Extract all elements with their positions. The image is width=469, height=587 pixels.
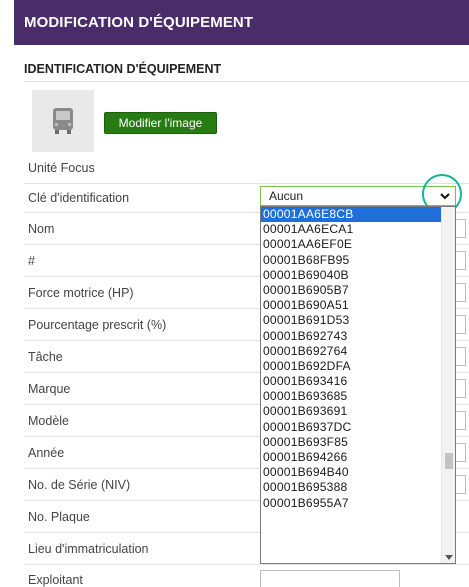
equipment-image [32,90,94,152]
dropdown-option[interactable]: 00001B695388 [261,480,455,495]
truck-icon [53,108,73,134]
vin-label: No. de Série (NIV) [28,478,131,492]
dropdown-option[interactable]: 00001B690A51 [261,298,455,313]
dropdown-option[interactable]: 00001B69040B [261,268,455,283]
dropdown-option[interactable]: 00001B692DFA [261,359,455,374]
identification-key-dropdown[interactable]: 00001AA6E8CB 00001AA6ECA1 00001AA6EF0E 0000… [260,206,456,564]
modify-image-button[interactable]: Modifier l'image [104,112,217,134]
form-row: Exploitant [24,564,469,587]
dropdown-option[interactable]: 00001B6937DC [261,420,455,435]
dropdown-option[interactable]: 00001B691D53 [261,313,455,328]
dropdown-option[interactable]: 00001B694266 [261,450,455,465]
focus-unit-label: Unité Focus [28,161,95,175]
section-divider [24,81,469,82]
dropdown-options: 00001AA6E8CB 00001AA6ECA1 00001AA6EF0E 0000… [261,207,455,511]
model-label: Modèle [28,414,69,428]
dropdown-option[interactable]: 00001B694B40 [261,465,455,480]
operator-input[interactable] [260,570,400,587]
dropdown-option[interactable]: 00001B693F85 [261,435,455,450]
brand-label: Marque [28,382,71,396]
operator-label: Exploitant [28,573,83,587]
dropdown-option[interactable]: 00001B68FB95 [261,253,455,268]
dropdown-option[interactable]: 00001B693416 [261,374,455,389]
year-label: Année [28,446,65,460]
scrollbar-thumb[interactable] [445,453,453,469]
dropdown-option[interactable]: 00001B6955A7 [261,496,455,511]
dropdown-option[interactable]: 00001B693685 [261,389,455,404]
percentage-label: Pourcentage prescrit (%) [28,318,167,332]
dropdown-option[interactable]: 00001B693691 [261,404,455,419]
key-label: Clé d'identification [28,191,130,205]
scroll-down-arrow-icon[interactable] [445,555,453,560]
section-title: IDENTIFICATION D'ÉQUIPEMENT [24,62,222,76]
dropdown-option[interactable]: 00001AA6E8CB [261,207,455,223]
identification-key-value: Aucun [269,189,304,203]
page-title: MODIFICATION D'ÉQUIPEMENT [24,14,254,31]
dropdown-option[interactable]: 00001B692764 [261,344,455,359]
dropdown-option[interactable]: 00001B6905B7 [261,283,455,298]
number-label: # [28,254,35,268]
page-header: MODIFICATION D'ÉQUIPEMENT [14,0,469,45]
horsepower-label: Force motrice (HP) [28,286,134,300]
dropdown-option[interactable]: 00001AA6EF0E [261,237,455,252]
dropdown-option[interactable]: 00001B692743 [261,329,455,344]
plate-label: No. Plaque [28,510,90,524]
task-label: Tâche [28,350,63,364]
dropdown-option[interactable]: 00001AA6ECA1 [261,222,455,237]
dropdown-scrollbar[interactable] [441,207,455,563]
registration-place-label: Lieu d'immatriculation [28,542,149,556]
name-label: Nom [28,222,55,236]
